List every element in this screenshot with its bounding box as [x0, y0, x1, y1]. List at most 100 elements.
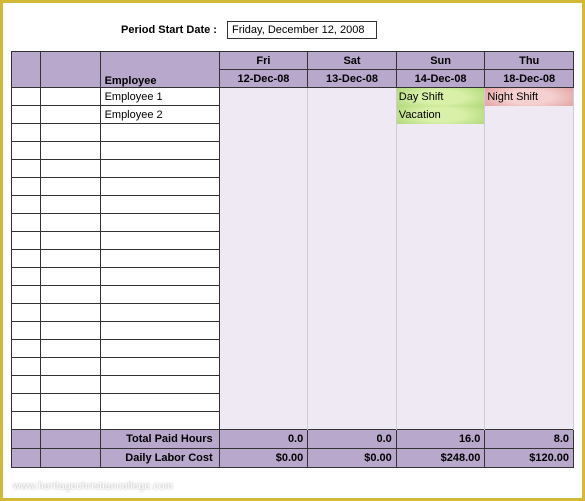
- day-cell[interactable]: [308, 268, 397, 286]
- day-cell[interactable]: [396, 214, 485, 232]
- day-cell[interactable]: [219, 358, 308, 376]
- cell-blank-b[interactable]: [40, 142, 100, 160]
- cell-blank-a[interactable]: [12, 268, 41, 286]
- day-cell[interactable]: [396, 304, 485, 322]
- cell-blank-a[interactable]: [12, 106, 41, 124]
- day-cell[interactable]: [485, 178, 574, 196]
- cell-blank-b[interactable]: [40, 88, 100, 106]
- day-cell[interactable]: [485, 322, 574, 340]
- cell-blank-a[interactable]: [12, 178, 41, 196]
- day-cell[interactable]: [396, 358, 485, 376]
- day-cell[interactable]: Vacation: [396, 106, 485, 124]
- day-cell[interactable]: [219, 142, 308, 160]
- employee-cell[interactable]: [100, 178, 219, 196]
- employee-cell[interactable]: [100, 286, 219, 304]
- day-cell[interactable]: [308, 412, 397, 430]
- day-cell[interactable]: [219, 124, 308, 142]
- cell-blank-b[interactable]: [40, 268, 100, 286]
- employee-cell[interactable]: Employee 1: [100, 88, 219, 106]
- day-cell[interactable]: Day Shift: [396, 88, 485, 106]
- day-cell[interactable]: [485, 394, 574, 412]
- cell-blank-b[interactable]: [40, 196, 100, 214]
- cell-blank-b[interactable]: [40, 412, 100, 430]
- day-cell[interactable]: [485, 286, 574, 304]
- cell-blank-a[interactable]: [12, 160, 41, 178]
- cell-blank-b[interactable]: [40, 394, 100, 412]
- day-cell[interactable]: [308, 124, 397, 142]
- cell-blank-b[interactable]: [40, 304, 100, 322]
- cell-blank-b[interactable]: [40, 286, 100, 304]
- employee-cell[interactable]: [100, 196, 219, 214]
- employee-cell[interactable]: [100, 142, 219, 160]
- day-cell[interactable]: [396, 178, 485, 196]
- employee-cell[interactable]: [100, 358, 219, 376]
- cell-blank-b[interactable]: [40, 358, 100, 376]
- day-cell[interactable]: [485, 358, 574, 376]
- employee-cell[interactable]: [100, 322, 219, 340]
- cell-blank-a[interactable]: [12, 250, 41, 268]
- cell-blank-b[interactable]: [40, 376, 100, 394]
- cell-blank-a[interactable]: [12, 286, 41, 304]
- day-cell[interactable]: [219, 88, 308, 106]
- employee-cell[interactable]: Employee 2: [100, 106, 219, 124]
- day-cell[interactable]: [219, 376, 308, 394]
- day-cell[interactable]: [219, 304, 308, 322]
- day-cell[interactable]: [308, 142, 397, 160]
- day-cell[interactable]: [485, 196, 574, 214]
- cell-blank-a[interactable]: [12, 322, 41, 340]
- period-start-value[interactable]: Friday, December 12, 2008: [227, 21, 377, 39]
- day-cell[interactable]: [308, 196, 397, 214]
- day-cell[interactable]: [308, 304, 397, 322]
- day-cell[interactable]: [485, 142, 574, 160]
- cell-blank-b[interactable]: [40, 340, 100, 358]
- day-cell[interactable]: [308, 394, 397, 412]
- day-cell[interactable]: [396, 196, 485, 214]
- day-cell[interactable]: [485, 160, 574, 178]
- day-cell[interactable]: [396, 124, 485, 142]
- day-cell[interactable]: [219, 106, 308, 124]
- cell-blank-a[interactable]: [12, 376, 41, 394]
- cell-blank-a[interactable]: [12, 214, 41, 232]
- day-cell[interactable]: [396, 286, 485, 304]
- cell-blank-a[interactable]: [12, 412, 41, 430]
- day-cell[interactable]: [485, 250, 574, 268]
- day-cell[interactable]: [219, 160, 308, 178]
- day-cell[interactable]: [485, 304, 574, 322]
- day-cell[interactable]: [308, 250, 397, 268]
- day-cell[interactable]: [219, 268, 308, 286]
- employee-cell[interactable]: [100, 232, 219, 250]
- day-cell[interactable]: [219, 214, 308, 232]
- day-cell[interactable]: [485, 232, 574, 250]
- cell-blank-a[interactable]: [12, 142, 41, 160]
- day-cell[interactable]: [485, 214, 574, 232]
- day-cell[interactable]: [485, 340, 574, 358]
- cell-blank-a[interactable]: [12, 358, 41, 376]
- cell-blank-b[interactable]: [40, 322, 100, 340]
- cell-blank-a[interactable]: [12, 394, 41, 412]
- cell-blank-a[interactable]: [12, 196, 41, 214]
- employee-cell[interactable]: [100, 394, 219, 412]
- day-cell[interactable]: [308, 232, 397, 250]
- employee-cell[interactable]: [100, 268, 219, 286]
- shift-badge[interactable]: Night Shift: [485, 88, 573, 106]
- cell-blank-b[interactable]: [40, 232, 100, 250]
- day-cell[interactable]: [485, 268, 574, 286]
- day-cell[interactable]: [219, 340, 308, 358]
- day-cell[interactable]: [219, 322, 308, 340]
- employee-cell[interactable]: [100, 124, 219, 142]
- cell-blank-b[interactable]: [40, 178, 100, 196]
- cell-blank-b[interactable]: [40, 106, 100, 124]
- day-cell[interactable]: [219, 394, 308, 412]
- day-cell[interactable]: [308, 160, 397, 178]
- cell-blank-a[interactable]: [12, 124, 41, 142]
- day-cell[interactable]: [396, 322, 485, 340]
- day-cell[interactable]: [308, 376, 397, 394]
- day-cell[interactable]: [219, 178, 308, 196]
- day-cell[interactable]: [308, 178, 397, 196]
- day-cell[interactable]: [396, 142, 485, 160]
- day-cell[interactable]: [308, 286, 397, 304]
- day-cell[interactable]: [308, 106, 397, 124]
- day-cell[interactable]: [219, 250, 308, 268]
- cell-blank-a[interactable]: [12, 88, 41, 106]
- day-cell[interactable]: [396, 268, 485, 286]
